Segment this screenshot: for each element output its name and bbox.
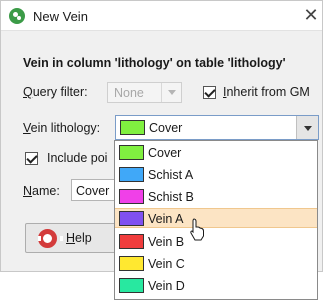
list-item-vein-d[interactable]: Vein D xyxy=(115,276,317,296)
list-item-schist-a[interactable]: Schist A xyxy=(115,165,317,185)
close-icon[interactable]: ✕ xyxy=(301,5,321,25)
list-item-vein-c[interactable]: Vein C xyxy=(115,254,317,274)
vein-lithology-select[interactable]: Cover xyxy=(115,115,319,140)
color-swatch xyxy=(119,167,144,182)
query-filter-value: None xyxy=(114,86,144,100)
mouse-pointer-icon xyxy=(190,218,204,241)
include-poi-label: Include poi xyxy=(47,151,108,165)
color-swatch xyxy=(119,278,144,293)
chevron-down-icon[interactable] xyxy=(296,116,318,139)
app-logo-icon xyxy=(9,8,25,24)
include-poi-checkbox[interactable] xyxy=(25,152,38,165)
vein-lithology-value: Cover xyxy=(149,121,183,135)
list-item-label: Schist A xyxy=(148,168,194,182)
list-item-label: Schist B xyxy=(148,190,194,204)
window-title: New Vein xyxy=(33,9,88,24)
query-filter-select: None xyxy=(107,82,182,103)
inherit-from-gm-checkbox[interactable] xyxy=(203,86,216,99)
color-swatch xyxy=(119,189,144,204)
chevron-down-icon xyxy=(161,83,181,102)
inherit-from-gm-label: Inherit from GM xyxy=(223,85,310,99)
color-swatch xyxy=(119,234,144,249)
help-button-label: Help xyxy=(66,231,92,245)
list-item-label: Vein A xyxy=(148,212,184,226)
vein-lithology-dropdown-list: Cover Schist A Schist B Vein A Vein B Ve… xyxy=(114,140,318,300)
list-item-label: Cover xyxy=(148,146,182,160)
list-item-vein-b[interactable]: Vein B xyxy=(115,232,317,252)
lifebuoy-icon xyxy=(38,229,63,248)
name-input[interactable]: Cover xyxy=(71,179,119,201)
color-swatch xyxy=(119,256,144,271)
name-value: Cover xyxy=(76,184,110,198)
list-item-cover[interactable]: Cover xyxy=(115,143,317,163)
name-label: Name: xyxy=(23,184,60,198)
list-item-label: Vein C xyxy=(148,257,185,271)
list-item-schist-b[interactable]: Schist B xyxy=(115,187,317,207)
selected-color-swatch xyxy=(120,120,145,135)
list-item-vein-a[interactable]: Vein A xyxy=(115,208,317,228)
list-item-label: Vein D xyxy=(148,279,185,293)
color-swatch xyxy=(119,211,144,226)
list-item-label: Vein B xyxy=(148,235,185,249)
help-button[interactable]: Help xyxy=(25,223,121,253)
title-bar: New Vein ✕ xyxy=(1,1,322,31)
dialog-heading: Vein in column 'lithology' on table 'lit… xyxy=(23,56,286,70)
query-filter-label: Query filter: xyxy=(23,85,88,99)
color-swatch xyxy=(119,145,144,160)
vein-lithology-label: Vein lithology: xyxy=(23,121,101,135)
